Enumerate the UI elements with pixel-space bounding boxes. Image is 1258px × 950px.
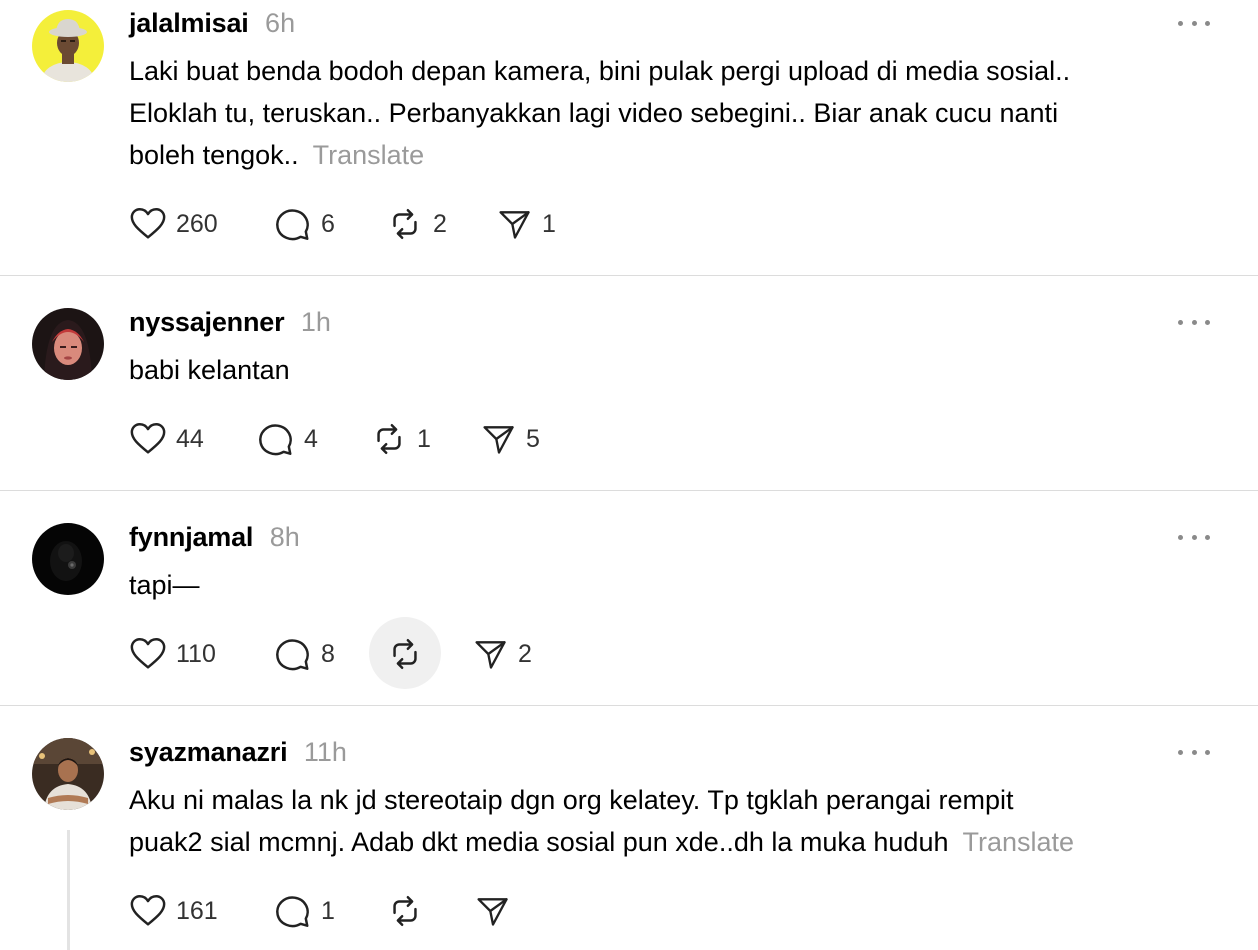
heart-icon xyxy=(129,420,167,458)
like-count: 161 xyxy=(176,897,218,925)
share-count: 1 xyxy=(542,210,556,238)
speech-bubble-icon xyxy=(274,635,312,673)
post-header: jalalmisai 6h xyxy=(129,7,295,44)
username[interactable]: jalalmisai xyxy=(129,8,249,38)
heart-icon xyxy=(129,892,167,930)
like-button[interactable]: 110 xyxy=(129,634,216,674)
repost-arrows-icon xyxy=(386,205,424,243)
heart-icon xyxy=(129,205,167,243)
repost-button[interactable]: 1 xyxy=(370,419,431,459)
reply-button[interactable]: 8 xyxy=(274,634,335,674)
post-text-line: babi kelantan xyxy=(129,355,290,385)
avatar[interactable] xyxy=(32,738,104,810)
username[interactable]: fynnjamal xyxy=(129,522,253,552)
paper-plane-icon xyxy=(481,421,517,457)
like-count: 44 xyxy=(176,425,204,453)
reply-count: 8 xyxy=(321,640,335,668)
post-header: nyssajenner 1h xyxy=(129,306,331,343)
post-text-line: Aku ni malas la nk jd stereotaip dgn org… xyxy=(129,785,1014,815)
avatar[interactable] xyxy=(32,10,104,82)
share-count: 5 xyxy=(526,425,540,453)
post-text: Laki buat benda bodoh depan kamera, bini… xyxy=(129,50,1229,176)
post-syazmanazri: syazmanazri 11h Aku ni malas la nk jd st… xyxy=(0,706,1258,950)
like-count: 110 xyxy=(176,640,216,668)
username[interactable]: nyssajenner xyxy=(129,307,285,337)
speech-bubble-icon xyxy=(257,420,295,458)
post-text-line: Laki buat benda bodoh depan kamera, bini… xyxy=(129,56,1071,86)
reply-count: 6 xyxy=(321,210,335,238)
reply-button[interactable]: 6 xyxy=(274,204,335,244)
post-text-line: Eloklah tu, teruskan.. Perbanyakkan lagi… xyxy=(129,98,1059,128)
timestamp: 8h xyxy=(269,522,300,552)
timestamp: 11h xyxy=(303,737,347,767)
like-button[interactable]: 260 xyxy=(129,204,218,244)
speech-bubble-icon xyxy=(274,205,312,243)
more-horizontal-icon xyxy=(1178,20,1183,26)
more-horizontal-icon xyxy=(1178,749,1183,755)
repost-arrows-icon xyxy=(386,635,424,673)
reply-button[interactable]: 1 xyxy=(274,891,335,931)
repost-arrows-icon xyxy=(386,892,424,930)
post-header: fynnjamal 8h xyxy=(129,521,300,558)
like-button[interactable]: 44 xyxy=(129,419,204,459)
username[interactable]: syazmanazri xyxy=(129,737,288,767)
repost-count: 1 xyxy=(417,425,431,453)
reply-button[interactable]: 4 xyxy=(257,419,318,459)
more-options-button[interactable] xyxy=(1178,744,1210,760)
translate-link[interactable]: Translate xyxy=(962,827,1074,857)
paper-plane-icon xyxy=(473,636,509,672)
speech-bubble-icon xyxy=(274,892,312,930)
heart-icon xyxy=(129,635,167,673)
share-button[interactable]: 1 xyxy=(497,204,556,244)
post-text-line: tapi— xyxy=(129,570,200,600)
share-button[interactable]: 5 xyxy=(481,419,540,459)
repost-button[interactable] xyxy=(386,891,424,931)
repost-button[interactable] xyxy=(386,634,424,674)
more-options-button[interactable] xyxy=(1178,15,1210,31)
post-text: tapi— xyxy=(129,564,1229,606)
post-fynnjamal: fynnjamal 8h tapi— 110 8 2 xyxy=(0,491,1258,705)
post-text: Aku ni malas la nk jd stereotaip dgn org… xyxy=(129,779,1229,863)
more-options-button[interactable] xyxy=(1178,529,1210,545)
repost-button[interactable]: 2 xyxy=(386,204,447,244)
avatar[interactable] xyxy=(32,308,104,380)
paper-plane-icon xyxy=(475,893,511,929)
post-text: babi kelantan xyxy=(129,349,1229,391)
avatar[interactable] xyxy=(32,523,104,595)
more-horizontal-icon xyxy=(1178,534,1183,540)
share-button[interactable] xyxy=(475,891,511,931)
reply-count: 1 xyxy=(321,897,335,925)
repost-arrows-icon xyxy=(370,420,408,458)
post-text-line: puak2 sial mcmnj. Adab dkt media sosial … xyxy=(129,827,1075,857)
more-horizontal-icon xyxy=(1178,319,1183,325)
reply-count: 4 xyxy=(304,425,318,453)
like-count: 260 xyxy=(176,210,218,238)
timestamp: 6h xyxy=(265,8,296,38)
post-header: syazmanazri 11h xyxy=(129,736,347,773)
share-count: 2 xyxy=(518,640,532,668)
share-button[interactable]: 2 xyxy=(473,634,532,674)
paper-plane-icon xyxy=(497,206,533,242)
more-options-button[interactable] xyxy=(1178,314,1210,330)
thread-line xyxy=(67,830,70,950)
translate-link[interactable]: Translate xyxy=(313,140,425,170)
post-jalalmisai: jalalmisai 6h Laki buat benda bodoh depa… xyxy=(0,0,1258,276)
like-button[interactable]: 161 xyxy=(129,891,218,931)
repost-count: 2 xyxy=(433,210,447,238)
post-nyssajenner: nyssajenner 1h babi kelantan 44 4 1 5 xyxy=(0,276,1258,490)
timestamp: 1h xyxy=(300,307,331,337)
post-text-line: boleh tengok.. Translate xyxy=(129,140,425,170)
